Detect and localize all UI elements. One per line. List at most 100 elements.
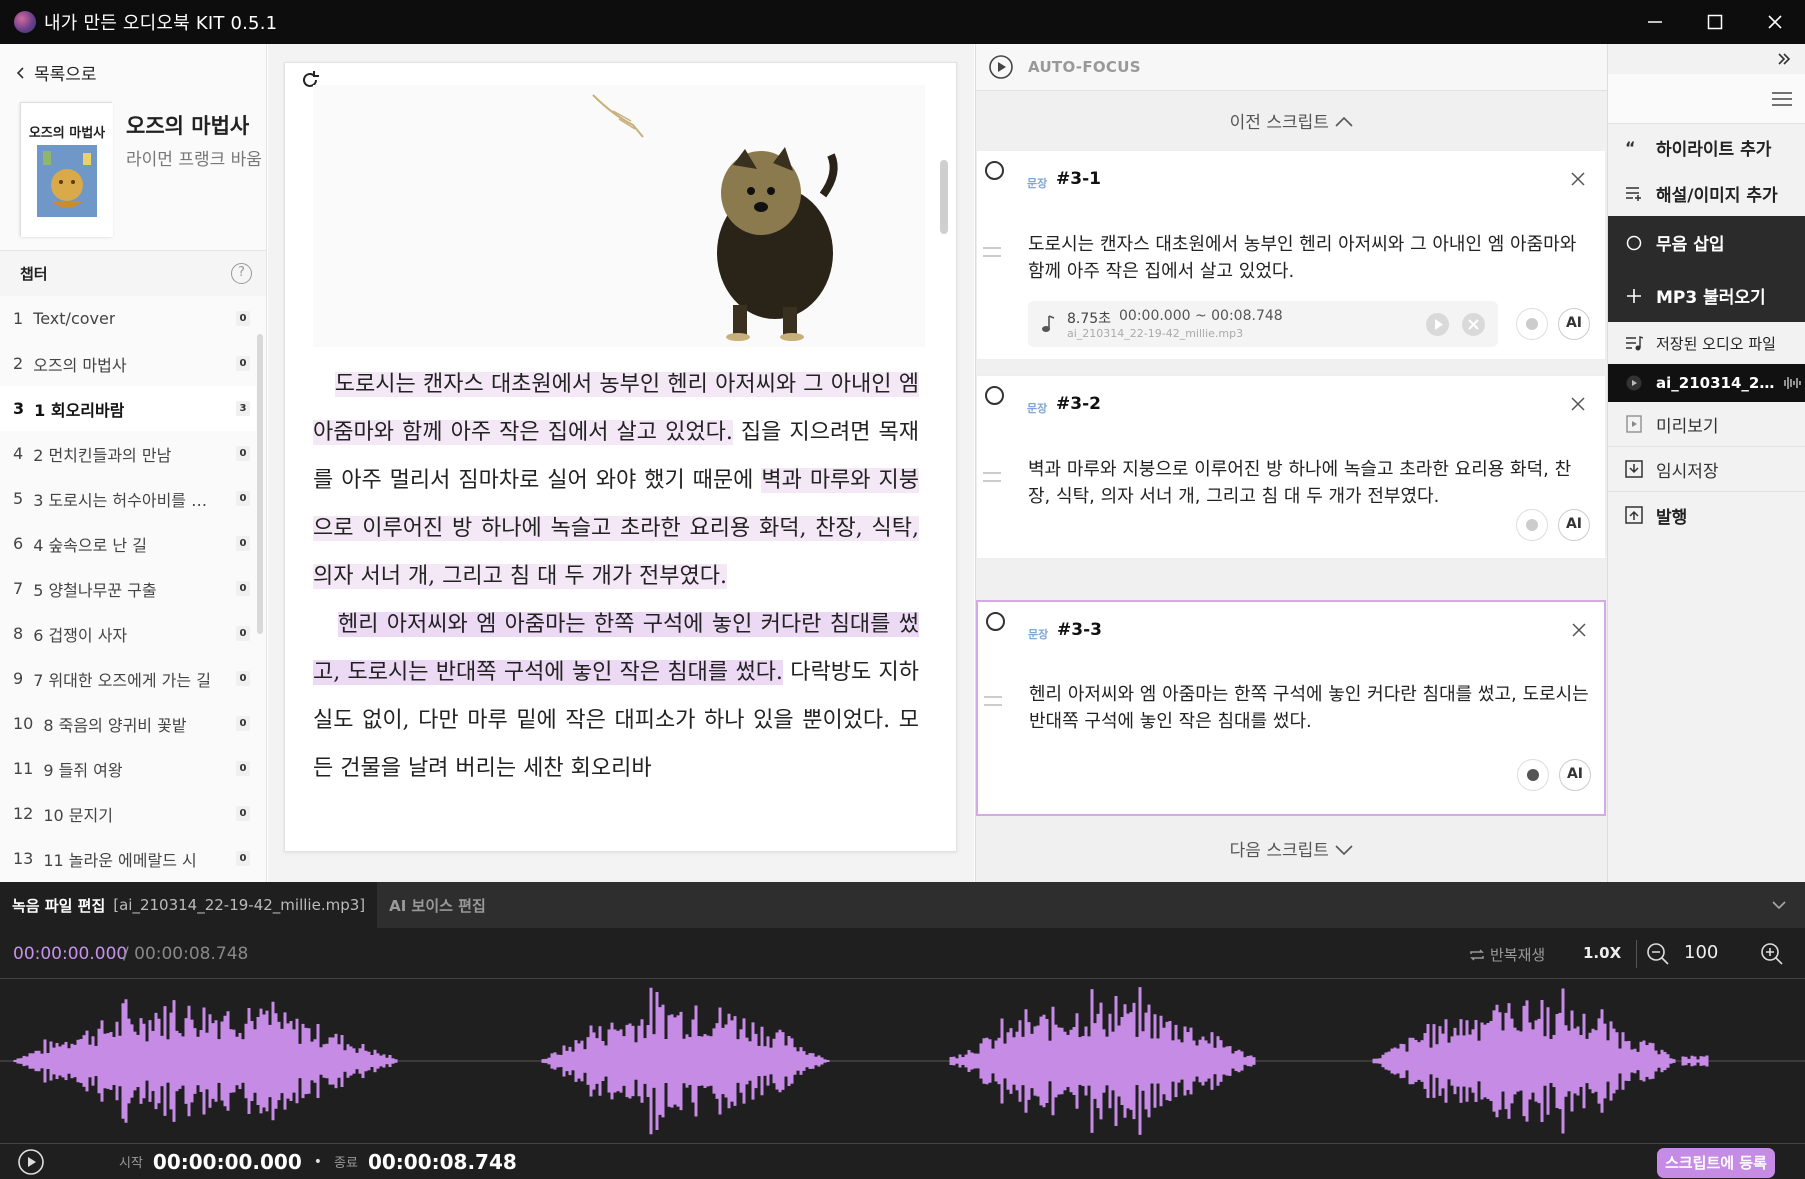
- temp-save-button[interactable]: 임시저장: [1608, 447, 1805, 491]
- reader-scrollbar[interactable]: [940, 160, 948, 234]
- chapters-label: 챕터: [20, 265, 48, 283]
- close-icon: [1468, 319, 1479, 330]
- tab-ai-label: AI 보이스 편집: [389, 896, 486, 915]
- temp-save-label: 임시저장: [1656, 461, 1719, 482]
- add-commentary-button[interactable]: 해설/이미지 추가: [1608, 170, 1805, 216]
- record-dot-icon: [1526, 519, 1538, 531]
- play-icon[interactable]: [1624, 375, 1644, 391]
- play-circle-icon[interactable]: [17, 1148, 45, 1176]
- waveform-graph: [0, 987, 1805, 1135]
- tab-file-label: [ai_210314_22-19-42_millie.mp3]: [113, 896, 366, 914]
- chapter-item[interactable]: 1 Text/cover 0: [0, 296, 256, 341]
- script-text[interactable]: 도로시는 캔자스 대초원에서 농부인 헨리 아저씨와 그 아내인 엠 아줌마와 …: [1028, 231, 1588, 285]
- saved-audio-file-item[interactable]: ai_210314_2…: [1608, 364, 1805, 402]
- select-radio[interactable]: [986, 612, 1005, 631]
- clip-play-button[interactable]: [1426, 313, 1449, 336]
- dog-illustration: [313, 85, 925, 347]
- insert-silence-button[interactable]: 무음 삽입: [1608, 216, 1805, 269]
- end-label: 종료: [334, 1156, 358, 1171]
- chapter-item-active[interactable]: 3 1 회오리바람 3: [0, 386, 256, 431]
- ai-voice-button[interactable]: AI: [1558, 308, 1590, 340]
- waveform[interactable]: [0, 978, 1805, 1144]
- load-mp3-button[interactable]: MP3 불러오기: [1608, 269, 1805, 322]
- chapter-item[interactable]: 11 9 들쥐 여왕 0: [0, 746, 256, 791]
- chapter-item[interactable]: 8 6 겁쟁이 사자 0: [0, 611, 256, 656]
- chapter-scrollbar[interactable]: [257, 334, 263, 634]
- autofocus-bar: AUTO-FOCUS: [976, 44, 1608, 91]
- chapter-count-badge: 0: [236, 806, 250, 821]
- chapter-item[interactable]: 12 10 문지기 0: [0, 791, 256, 836]
- preview-button[interactable]: 미리보기: [1608, 402, 1805, 446]
- script-text[interactable]: 헨리 아저씨와 엠 아줌마는 한쪽 구석에 놓인 커다란 침대를 썼고, 도로시…: [1029, 681, 1589, 735]
- speed-control[interactable]: 1.0X: [1583, 944, 1621, 962]
- chevron-down-icon[interactable]: [1771, 900, 1787, 910]
- help-icon[interactable]: ?: [231, 263, 252, 284]
- zoom-out-icon[interactable]: [1646, 942, 1670, 966]
- play-circle-icon[interactable]: [988, 54, 1014, 80]
- prev-scripts-label: 이전 스크립트: [1229, 113, 1329, 133]
- chapter-item[interactable]: 13 11 놀라운 에메랄드 시 0: [0, 836, 256, 881]
- chapters-header: 챕터 ?: [0, 250, 266, 296]
- chapter-item[interactable]: 10 8 죽음의 양귀비 꽃밭 0: [0, 701, 256, 746]
- maximize-button[interactable]: [1685, 0, 1745, 44]
- tab-recording-label: 녹음 파일 편집: [12, 896, 106, 915]
- reader-pane: 도로시는 캔자스 대초원에서 농부인 헨리 아저씨와 그 아내인 엠 아줌마와 …: [268, 44, 974, 882]
- chapter-item[interactable]: 6 4 숲속으로 난 길 0: [0, 521, 256, 566]
- chapter-title: 3 도로시는 허수아비를 어…: [33, 490, 214, 510]
- start-label: 시작: [119, 1156, 143, 1171]
- chapter-item[interactable]: 9 7 위대한 오즈에게 가는 길 0: [0, 656, 256, 701]
- close-icon[interactable]: [1571, 622, 1587, 638]
- back-to-list-link[interactable]: 목록으로: [16, 60, 97, 85]
- script-text[interactable]: 벽과 마루와 지붕으로 이루어진 방 하나에 녹슬고 초라한 요리용 화덕, 찬…: [1028, 456, 1588, 510]
- chapter-item[interactable]: 2 오즈의 마법사 0: [0, 341, 256, 386]
- chapter-item[interactable]: 4 2 먼치킨들과의 만남 0: [0, 431, 256, 476]
- chapter-item[interactable]: 5 3 도로시는 허수아비를 어… 0: [0, 476, 256, 521]
- repeat-toggle[interactable]: 반복재생: [1468, 944, 1545, 965]
- chapter-item[interactable]: 7 5 양철나무꾼 구출 0: [0, 566, 256, 611]
- chapter-title: 11 놀라운 에메랄드 시: [43, 850, 197, 870]
- ai-voice-button[interactable]: AI: [1558, 509, 1590, 541]
- select-radio[interactable]: [985, 161, 1004, 180]
- collapse-panel-button[interactable]: [1608, 44, 1805, 74]
- clip-remove-button[interactable]: [1462, 313, 1485, 336]
- book-author: 라이먼 프랭크 바움: [126, 150, 262, 170]
- close-icon[interactable]: [1570, 396, 1586, 412]
- drag-handle-icon[interactable]: [983, 472, 1001, 482]
- select-radio[interactable]: [985, 386, 1004, 405]
- cover-title: 오즈의 마법사: [29, 125, 105, 141]
- tab-ai-voice-edit[interactable]: AI 보이스 편집: [377, 882, 498, 928]
- record-button[interactable]: [1516, 509, 1548, 541]
- chapter-number: 3: [13, 399, 25, 418]
- zoom-value: 100: [1684, 942, 1719, 963]
- tab-recording-edit[interactable]: 녹음 파일 편집 [ai_210314_22-19-42_millie.mp3]: [0, 882, 378, 928]
- script-card[interactable]: 문장 #3-2 벽과 마루와 지붕으로 이루어진 방 하나에 녹슬고 초라한 요…: [976, 375, 1606, 559]
- register-to-script-button[interactable]: 스크립트에 등록: [1657, 1148, 1775, 1178]
- script-card[interactable]: 문장 #3-1 도로시는 캔자스 대초원에서 농부인 헨리 아저씨와 그 아내인…: [976, 150, 1606, 360]
- scripts-pane: AUTO-FOCUS 이전 스크립트 문장 #3-1 도로시는 캔자스 대초원에…: [975, 44, 1608, 882]
- record-button[interactable]: [1516, 308, 1548, 340]
- drag-handle-icon[interactable]: [983, 247, 1001, 257]
- publish-button[interactable]: 발행: [1608, 492, 1805, 538]
- audio-clip-chip[interactable]: 8.75초 00:00.000 ~ 00:08.748 ai_210314_22…: [1028, 301, 1498, 347]
- drag-handle-icon[interactable]: [984, 696, 1002, 706]
- prev-scripts-button[interactable]: 이전 스크립트: [976, 108, 1608, 133]
- script-card-active[interactable]: 문장 #3-3 헨리 아저씨와 엠 아줌마는 한쪽 구석에 놓인 커다란 침대를…: [976, 600, 1606, 816]
- zoom-in-icon[interactable]: [1760, 942, 1784, 966]
- chapter-count-badge: 0: [236, 356, 250, 371]
- chapter-number: 8: [13, 624, 24, 643]
- end-time[interactable]: 00:00:08.748: [368, 1150, 517, 1174]
- chapter-number: 9: [13, 669, 24, 688]
- record-button[interactable]: [1517, 759, 1549, 791]
- next-scripts-button[interactable]: 다음 스크립트: [976, 836, 1608, 861]
- chapter-number: 5: [13, 489, 24, 508]
- minimize-button[interactable]: [1625, 0, 1685, 44]
- chapter-count-badge: 0: [236, 716, 250, 731]
- minimize-icon: [1648, 21, 1662, 23]
- add-highlight-button[interactable]: “ 하이라이트 추가: [1608, 124, 1805, 170]
- menu-button[interactable]: [1608, 74, 1805, 124]
- close-icon[interactable]: [1570, 171, 1586, 187]
- circle-icon: [1624, 235, 1644, 251]
- ai-voice-button[interactable]: AI: [1559, 759, 1591, 791]
- start-time[interactable]: 00:00:00.000: [153, 1150, 302, 1174]
- close-window-button[interactable]: [1745, 0, 1805, 44]
